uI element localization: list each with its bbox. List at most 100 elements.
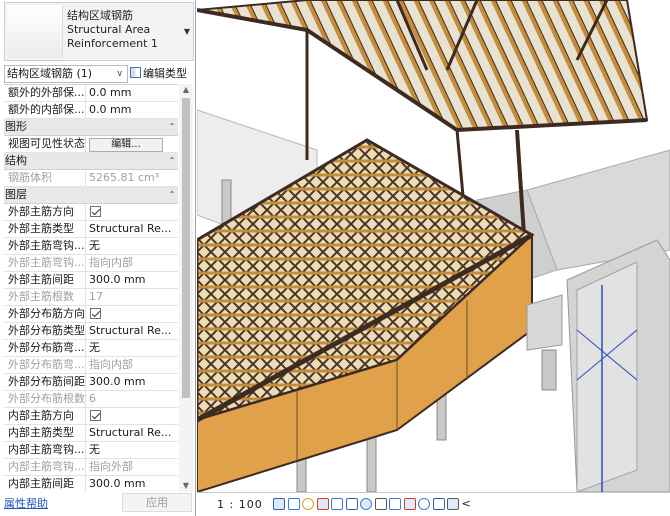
edit-visibility-button[interactable]: 编辑... [89,138,163,152]
checkbox[interactable] [90,206,101,217]
property-row[interactable]: 内部主筋类型 Structural Re... [4,425,178,442]
collapse-icon[interactable]: ⌃ [166,187,178,203]
worksharing-icon[interactable] [418,498,430,510]
property-row[interactable]: 额外的内部保... 0.0 mm [4,102,178,119]
property-row[interactable]: 钢筋体积 5265.81 cm³ [4,170,178,187]
property-row[interactable]: 外部主筋类型 Structural Re... [4,221,178,238]
property-grid-scrollbar[interactable]: ▲ ▼ [179,84,193,492]
property-row[interactable]: 外部主筋间距 300.0 mm [4,272,178,289]
property-row[interactable]: 外部主筋方向 [4,204,178,221]
property-value[interactable]: 无 [89,341,100,354]
property-label: 外部分布筋方向 [4,306,86,322]
property-row[interactable]: 内部主筋间距 300.0 mm [4,476,178,492]
property-row[interactable]: 外部分布筋弯... 无 [4,340,178,357]
scrollbar-thumb[interactable] [182,98,190,398]
3d-view-canvas[interactable] [197,0,670,492]
property-row[interactable]: 内部主筋弯钩... 指向外部 [4,459,178,476]
property-label: 内部主筋方向 [4,408,86,424]
property-row[interactable]: 外部分布筋方向 [4,306,178,323]
more-icon[interactable]: < [462,498,474,510]
property-value-cell: 编辑... [86,136,178,152]
instance-filter-label: 结构区域钢筋 (1) [7,67,93,80]
property-row[interactable]: 外部分布筋弯... 指向内部 [4,357,178,374]
property-value-cell: 无 [86,238,178,254]
property-group-header[interactable]: 结构 ⌃ [4,153,178,170]
property-label: 外部主筋弯钩... [4,238,86,254]
property-label: 额外的内部保... [4,102,86,118]
unlock-3d-icon[interactable] [374,498,387,510]
property-value: 17 [89,290,103,303]
property-group-header[interactable]: 图层 ⌃ [4,187,178,204]
property-row[interactable]: 外部分布筋间距 300.0 mm [4,374,178,391]
property-row[interactable]: 外部分布筋类型 Structural Re... [4,323,178,340]
property-row[interactable]: 视图可见性状态 编辑... [4,136,178,153]
property-label: 外部主筋类型 [4,221,86,237]
property-value-cell: 5265.81 cm³ [86,170,178,186]
property-value[interactable]: 无 [89,443,100,456]
property-value-cell: 0.0 mm [86,102,178,118]
property-value[interactable]: 0.0 mm [89,86,131,99]
crop-view-icon[interactable] [345,498,358,510]
property-value-cell: 0.0 mm [86,85,178,101]
property-group-header[interactable]: 图形 ⌃ [4,119,178,136]
type-preview-thumbnail [7,5,63,58]
property-row[interactable]: 外部主筋弯钩... 指向内部 [4,255,178,272]
property-value[interactable]: 0.0 mm [89,103,131,116]
property-value: 6 [89,392,96,405]
property-value: 指向内部 [89,256,133,269]
properties-panel: 结构区域钢筋 Structural Area Reinforcement 1 ▼… [0,0,196,516]
property-row[interactable]: 外部分布筋根数 6 [4,391,178,408]
highlight-boundary-icon[interactable] [447,498,459,510]
property-grid: 额外的外部保... 0.0 mm 额外的内部保... 0.0 mm 图形 ⌃ 视图可见性状态… [4,84,178,492]
type-selector[interactable]: 结构区域钢筋 Structural Area Reinforcement 1 ▼ [4,2,194,61]
type-name-line2: Structural Area [67,23,151,36]
3d-model-render[interactable] [197,0,670,492]
type-dropdown-arrow-icon[interactable]: ▼ [184,27,190,36]
property-row[interactable]: 额外的外部保... 0.0 mm [4,85,178,102]
instance-filter-row: 结构区域钢筋 (1) ∨ 编辑类型 [0,64,196,84]
property-value[interactable]: 无 [89,239,100,252]
property-value[interactable]: 300.0 mm [89,477,145,490]
apply-button[interactable]: 应用 [122,493,192,512]
property-label: 内部主筋类型 [4,425,86,441]
property-value-cell: Structural Re... [86,425,178,441]
property-row[interactable]: 内部主筋方向 [4,408,178,425]
collapse-icon[interactable]: ⌃ [166,119,178,135]
property-value: 5265.81 cm³ [89,171,160,184]
property-value[interactable]: Structural Re... [89,324,171,337]
properties-help-link[interactable]: 属性帮助 [4,495,48,511]
analytical-model-icon[interactable] [432,498,445,510]
scroll-down-icon[interactable]: ▼ [179,480,193,492]
sun-path-icon[interactable] [302,498,314,510]
property-label: 额外的外部保... [4,85,86,101]
collapse-icon[interactable]: ⌃ [166,153,178,169]
property-value: 指向外部 [89,460,133,473]
property-value-cell: Structural Re... [86,323,178,339]
checkbox[interactable] [90,410,101,421]
property-row[interactable]: 外部主筋根数 17 [4,289,178,306]
view-scale[interactable]: 1 : 100 [217,498,263,511]
edit-type-label: 编辑类型 [143,67,187,80]
instance-filter-dropdown[interactable]: 结构区域钢筋 (1) ∨ [4,65,128,83]
property-value[interactable]: 300.0 mm [89,375,145,388]
temporary-hide-icon[interactable] [389,498,401,510]
property-label: 外部分布筋弯... [4,340,86,356]
property-value-cell: 无 [86,340,178,356]
property-value[interactable]: Structural Re... [89,426,171,439]
property-row[interactable]: 外部主筋弯钩... 无 [4,238,178,255]
detail-level-icon[interactable] [273,498,285,510]
shadows-icon[interactable] [316,498,329,510]
property-row[interactable]: 内部主筋弯钩... 无 [4,442,178,459]
render-icon[interactable] [331,498,343,510]
reveal-hidden-icon[interactable] [403,498,416,510]
property-value[interactable]: Structural Re... [89,222,171,235]
property-label: 内部主筋间距 [4,476,86,492]
checkbox[interactable] [90,308,101,319]
edit-type-button[interactable]: 编辑类型 [130,65,187,83]
scroll-up-icon[interactable]: ▲ [179,84,193,96]
show-crop-icon[interactable] [360,498,372,510]
chevron-down-icon: ∨ [116,69,123,79]
property-label: 外部主筋间距 [4,272,86,288]
visual-style-icon[interactable] [287,498,300,510]
property-value[interactable]: 300.0 mm [89,273,145,286]
